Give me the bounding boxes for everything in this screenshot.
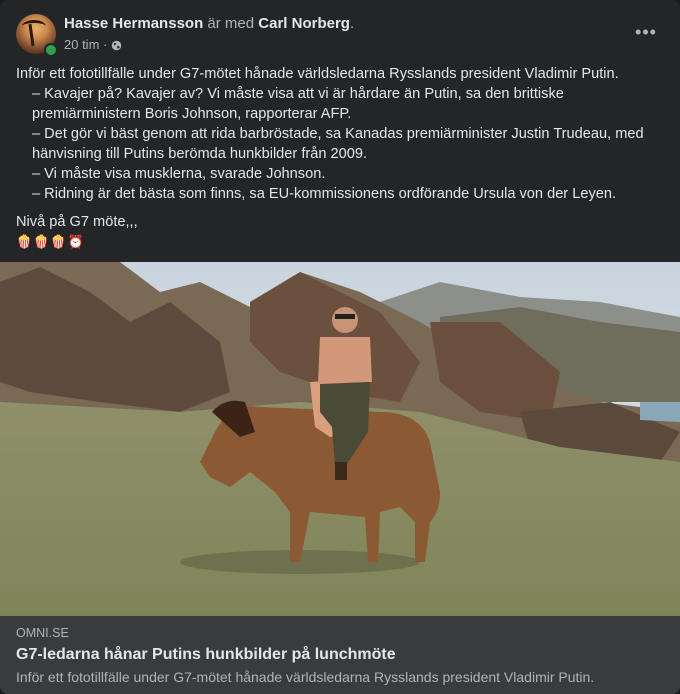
post-line: – Kavajer på? Kavajer av? Vi måste visa … — [32, 86, 564, 122]
with-text: är med — [207, 15, 255, 32]
post-line: – Ridning är det bästa som finns, sa EU-… — [32, 186, 617, 202]
post-meta: 20 tim · — [64, 36, 122, 54]
tagged-name[interactable]: Carl Norberg — [258, 15, 350, 32]
post-author-line: Hasse Hermansson är med Carl Norberg. — [64, 14, 354, 33]
photo-man-on-horse — [0, 262, 680, 616]
link-title[interactable]: G7-ledarna hånar Putins hunkbilder på lu… — [16, 646, 396, 664]
post-line: – Det gör vi bäst genom att rida barbrös… — [32, 126, 644, 162]
more-options-icon[interactable]: ••• — [628, 20, 664, 44]
link-description: Inför ett fototillfälle under G7-mötet h… — [16, 669, 595, 685]
author-name[interactable]: Hasse Hermansson — [64, 15, 203, 32]
link-preview-image[interactable] — [0, 262, 680, 616]
tagged-suffix: . — [349, 15, 355, 32]
online-status-dot — [44, 43, 58, 57]
link-preview[interactable]: OMNI.SE G7-ledarna hånar Putins hunkbild… — [0, 616, 680, 694]
post-text: Inför ett fototillfälle under G7-mötet h… — [16, 64, 666, 252]
more-options-label: ••• — [635, 21, 657, 42]
post-header: Hasse Hermansson är med Carl Norberg. 20… — [16, 14, 664, 58]
link-domain: OMNI.SE — [16, 626, 69, 640]
post-line: Inför ett fototillfälle under G7-mötet h… — [16, 66, 619, 82]
post-emojis: 🍿🍿🍿⏰ — [16, 234, 85, 249]
globe-icon — [112, 40, 122, 50]
post-timestamp[interactable]: 20 tim · — [64, 36, 107, 54]
post-line: – Vi måste visa musklerna, svarade Johns… — [32, 166, 326, 182]
post-comment: Nivå på G7 möte,,, — [16, 214, 138, 230]
post-card: Hasse Hermansson är med Carl Norberg. 20… — [0, 0, 680, 694]
